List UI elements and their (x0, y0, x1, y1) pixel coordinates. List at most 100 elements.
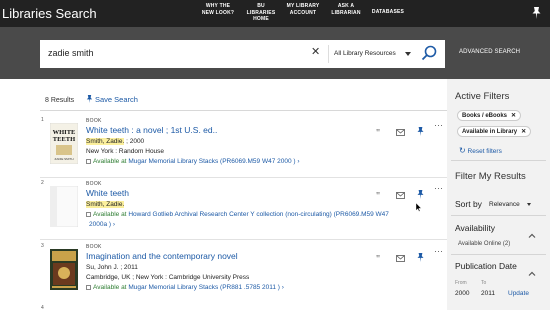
cite-icon[interactable]: " (376, 249, 385, 267)
reset-filters-link[interactable]: ↻ Reset filters (459, 146, 502, 155)
update-button[interactable]: Update (508, 290, 529, 297)
record-actions: " ··· (376, 183, 446, 202)
svg-text:": " (376, 128, 380, 136)
divider (40, 239, 447, 240)
result-count: 8 Results (45, 97, 75, 104)
location-link[interactable]: Howard Gotlieb Archival Research Center … (128, 211, 389, 218)
availability-status: Available at (93, 158, 127, 165)
sort-label: Sort by (455, 199, 482, 209)
pin-icon[interactable] (417, 123, 424, 141)
record-actions: " ··· (376, 120, 446, 139)
chevron-down-icon[interactable] (405, 52, 411, 56)
record-title[interactable]: White teeth : a novel ; 1st U.S. ed.. (86, 125, 217, 135)
record-author: Smith, Zadie. (86, 201, 125, 208)
email-icon[interactable] (396, 186, 405, 204)
divider (40, 110, 447, 111)
chevron-right-icon[interactable]: › (113, 221, 115, 228)
record-author: Smith, Zadie. ; 2000 (86, 138, 144, 145)
record-publisher: New York : Random House (86, 148, 165, 155)
filter-chip[interactable]: Available in Library ✕ (457, 126, 532, 137)
pin-icon[interactable] (532, 6, 541, 24)
record-number: 3 (41, 243, 44, 249)
search-box: zadie smith ✕ All Library Resources (40, 40, 445, 68)
chevron-up-icon[interactable] (528, 225, 536, 243)
book-cover[interactable]: WHITE TEETH ZADIE SMITH (49, 122, 79, 165)
record-author: Su, John J. ; 2011 (86, 264, 138, 271)
app-title[interactable]: Libraries Search (2, 6, 97, 21)
filter-chip-label: Books / eBooks (462, 113, 508, 119)
svg-text:WHITE: WHITE (53, 129, 76, 136)
more-options-icon[interactable]: ··· (434, 246, 443, 256)
close-icon[interactable]: ✕ (521, 129, 526, 135)
record-availability[interactable]: Available at Howard Gotlieb Archival Res… (86, 211, 389, 218)
location-link[interactable]: Mugar Memorial Library Stacks (PR6069.M5… (128, 158, 295, 165)
search-input[interactable]: zadie smith (48, 48, 94, 58)
nav-line: HOME (253, 16, 269, 22)
cite-icon[interactable]: " (376, 123, 385, 141)
scope-select[interactable]: All Library Resources (334, 50, 396, 57)
nav-line: DATABASES (371, 9, 405, 15)
nav-line: NEW LOOK? (201, 9, 235, 16)
sort-select[interactable]: Relevance (489, 201, 520, 208)
filter-chip[interactable]: Books / eBooks ✕ (457, 110, 522, 121)
record-availability-cont[interactable]: 2000a ) › (89, 221, 115, 228)
nav-line: MY LIBRARY (286, 3, 320, 9)
nav-ask-a-librarian[interactable]: ASK A LIBRARIAN (330, 3, 362, 16)
filter-chip-label: Available in Library (462, 129, 518, 135)
author-suffix: ; 2000 (124, 138, 145, 145)
email-icon[interactable] (396, 123, 405, 141)
nav-my-library-account[interactable]: MY LIBRARY ACCOUNT (284, 3, 322, 16)
record-actions: " ··· (376, 246, 446, 265)
availability-status: Available at (93, 211, 127, 218)
result-record: 3 BOOK Imagination and the contemporary … (40, 243, 447, 303)
nav-bu-libraries-home[interactable]: BU LIBRARIES HOME (244, 3, 278, 23)
book-icon (86, 158, 91, 164)
author-highlight: Smith, Zadie. (86, 201, 125, 208)
email-icon[interactable] (396, 249, 405, 267)
nav-why-new-look[interactable]: WHY THE NEW LOOK? (200, 3, 236, 16)
result-record: 1 WHITE TEETH ZADIE SMITH BOOK White tee… (40, 117, 447, 177)
record-title[interactable]: White teeth (86, 188, 129, 198)
save-search-button[interactable]: Save Search (86, 95, 138, 105)
chevron-down-icon[interactable] (527, 203, 531, 206)
search-icon[interactable] (421, 45, 437, 66)
cite-icon[interactable]: " (376, 186, 385, 204)
from-label: From (455, 280, 467, 286)
more-options-icon[interactable]: ··· (434, 120, 443, 130)
close-icon[interactable]: ✕ (511, 113, 516, 119)
divider (451, 254, 546, 255)
record-number: 2 (41, 180, 44, 186)
pin-icon (86, 95, 93, 105)
pin-icon[interactable] (417, 249, 424, 267)
chevron-up-icon[interactable] (528, 263, 536, 281)
book-cover[interactable] (50, 249, 78, 290)
record-number: 1 (41, 117, 44, 123)
more-options-icon[interactable]: ··· (434, 183, 443, 193)
svg-text:": " (376, 254, 380, 262)
nav-line: LIBRARIAN (331, 9, 361, 16)
nav-databases[interactable]: DATABASES (368, 9, 408, 16)
record-availability[interactable]: Available at Mugar Memorial Library Stac… (86, 158, 300, 165)
mouse-cursor (415, 199, 422, 217)
chevron-right-icon[interactable]: › (282, 284, 284, 291)
to-year-input[interactable]: 2011 (481, 290, 495, 297)
to-label: To (481, 280, 487, 286)
facet-option[interactable]: Available Online (2) (458, 241, 510, 247)
facet-availability-header[interactable]: Availability (455, 223, 495, 233)
advanced-search-link[interactable]: ADVANCED SEARCH (459, 49, 520, 55)
record-title[interactable]: Imagination and the contemporary novel (86, 251, 238, 261)
clear-search-icon[interactable]: ✕ (311, 47, 320, 58)
from-year-input[interactable]: 2000 (455, 290, 469, 297)
book-cover[interactable] (49, 185, 79, 228)
location-link-cont[interactable]: 2000a ) (89, 221, 111, 228)
location-link[interactable]: Mugar Memorial Library Stacks (PR881 .57… (128, 284, 280, 291)
availability-status: Available at (93, 284, 127, 291)
reset-icon: ↻ (459, 146, 466, 155)
chevron-right-icon[interactable]: › (297, 158, 299, 165)
facet-pubdate-header[interactable]: Publication Date (455, 261, 517, 271)
record-availability[interactable]: Available at Mugar Memorial Library Stac… (86, 284, 284, 291)
record-type: BOOK (86, 244, 102, 250)
result-record: 2 BOOK White teeth Smith, Zadie. Availab… (40, 180, 447, 240)
divider (40, 177, 447, 178)
book-icon (86, 284, 91, 290)
